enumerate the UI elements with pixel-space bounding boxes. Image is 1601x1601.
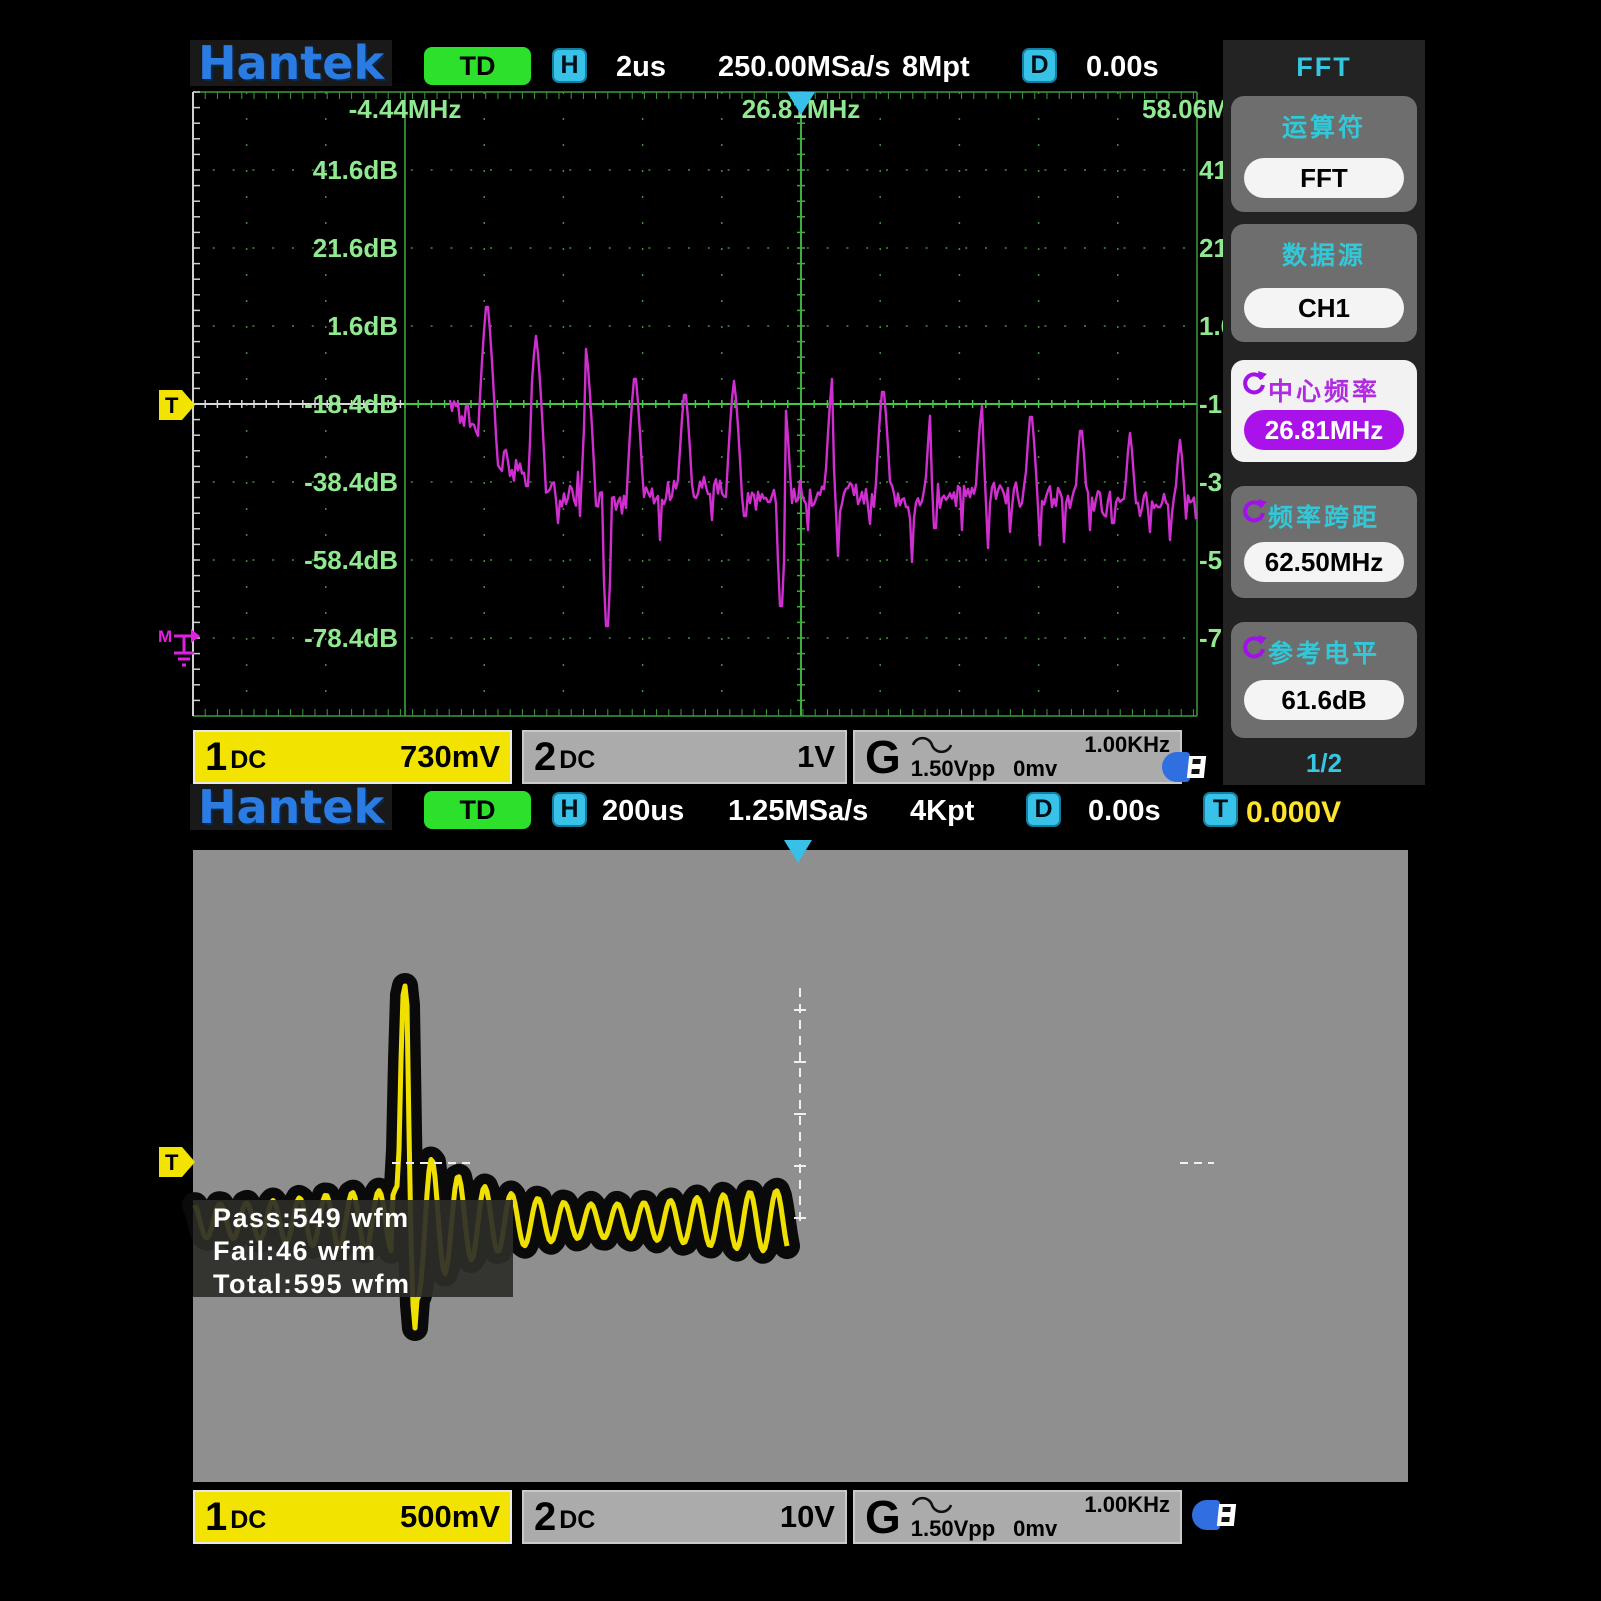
pass-count: Pass:549 wfm: [213, 1204, 513, 1233]
ch2-status-box[interactable]: 2 DC 1V: [522, 730, 847, 784]
generator-label: G: [865, 1494, 901, 1540]
brand-logo: Hantek: [190, 784, 392, 830]
menu-item-label: 频率跨距: [1231, 498, 1417, 534]
generator-offset: 0mv: [1013, 1517, 1057, 1541]
memory-depth-readout: 8Mpt: [902, 51, 970, 84]
menu-item-center-frequency[interactable]: 中心频率 26.81MHz: [1231, 360, 1417, 462]
generator-offset: 0mv: [1013, 757, 1057, 781]
fail-count: Fail:46 wfm: [213, 1237, 513, 1266]
horizontal-icon: H: [552, 792, 587, 827]
db-label: -38.4dB: [190, 467, 398, 498]
menu-page-indicator[interactable]: 1/2: [1223, 748, 1425, 779]
trigger-level-readout: 0.000V: [1246, 796, 1341, 830]
svg-text:T: T: [165, 1150, 179, 1175]
db-label-right: -5: [1199, 545, 1225, 576]
menu-item-value: CH1: [1244, 288, 1404, 328]
generator-amplitude: 1.50Vpp: [911, 1517, 995, 1541]
sample-rate-readout: 1.25MSa/s: [728, 795, 868, 828]
sine-wave-icon: [911, 734, 953, 756]
trigger-level-arrow[interactable]: T: [159, 1147, 195, 1177]
channel-number: 2: [534, 737, 556, 777]
soft-menu-panel: FFT 运算符 FFT 数据源 CH1 中心频率 26.81MHz 频率跨距 6…: [1223, 40, 1425, 785]
sine-wave-icon: [911, 1494, 953, 1516]
db-label-right: -7: [1199, 623, 1225, 654]
acquire-mode-button[interactable]: TD: [424, 47, 531, 85]
db-label-right: -3: [1199, 467, 1225, 498]
menu-item-frequency-span[interactable]: 频率跨距 62.50MHz: [1231, 486, 1417, 598]
channel-number: 1: [205, 1497, 227, 1537]
coupling-label: DC: [230, 1506, 266, 1535]
timebase-readout: 2us: [616, 51, 666, 84]
menu-item-label: 参考电平: [1231, 634, 1417, 670]
db-label-right: -1: [1199, 389, 1225, 420]
menu-item-label: 数据源: [1231, 236, 1417, 272]
channel-number: 2: [534, 1497, 556, 1537]
menu-item-value: 62.50MHz: [1244, 542, 1404, 582]
delay-icon: D: [1026, 792, 1061, 827]
svg-text:T: T: [165, 393, 179, 418]
trigger-icon: T: [1203, 792, 1238, 827]
menu-item-value: FFT: [1244, 158, 1404, 198]
freq-label-left: -4.44MHz: [300, 94, 510, 125]
delay-readout: 0.00s: [1088, 795, 1161, 828]
ch2-status-box[interactable]: 2 DC 10V: [522, 1490, 847, 1544]
menu-item-operator[interactable]: 运算符 FFT: [1231, 96, 1417, 212]
generator-frequency: 1.00KHz: [1084, 733, 1170, 757]
mask-test-statistics: Pass:549 wfm Fail:46 wfm Total:595 wfm: [193, 1200, 513, 1297]
menu-title: FFT: [1223, 52, 1425, 83]
svg-text:M: M: [158, 627, 172, 646]
acquire-mode-button[interactable]: TD: [424, 791, 531, 829]
delay-readout: 0.00s: [1086, 51, 1159, 84]
menu-item-label: 中心频率: [1231, 372, 1417, 408]
total-count: Total:595 wfm: [213, 1270, 513, 1299]
db-label-right: 41: [1199, 155, 1225, 186]
menu-item-value: 26.81MHz: [1244, 410, 1404, 450]
trigger-level-arrow[interactable]: T: [159, 390, 195, 420]
db-label: -58.4dB: [190, 545, 398, 576]
horizontal-icon: H: [552, 48, 587, 83]
channel-number: 1: [205, 737, 227, 777]
db-label: 21.6dB: [190, 233, 398, 264]
generator-label: G: [865, 734, 901, 780]
timebase-readout: 200us: [602, 795, 684, 828]
coupling-label: DC: [559, 746, 595, 775]
menu-item-reference-level[interactable]: 参考电平 61.6dB: [1231, 622, 1417, 738]
db-label-right: 1.6: [1199, 311, 1225, 342]
oscilloscope-screens: { "top_screen": { "header": {"logo":"Han…: [0, 0, 1601, 1601]
generator-frequency: 1.00KHz: [1084, 1493, 1170, 1517]
menu-item-label: 运算符: [1231, 108, 1417, 144]
menu-item-value: 61.6dB: [1244, 680, 1404, 720]
volt-scale: 10V: [780, 1499, 835, 1535]
db-label: 1.6dB: [190, 311, 398, 342]
memory-depth-readout: 4Kpt: [910, 795, 974, 828]
coupling-label: DC: [230, 746, 266, 775]
usb-device-icon: [1192, 1498, 1244, 1532]
delay-icon: D: [1022, 48, 1057, 83]
db-label: 41.6dB: [190, 155, 398, 186]
sample-rate-readout: 250.00MSa/s: [718, 51, 891, 84]
math-ground-marker-icon: M: [158, 620, 202, 670]
volt-scale: 1V: [797, 739, 835, 775]
generator-status-box[interactable]: G 1.00KHz 1.50Vpp 0mv: [853, 1490, 1182, 1544]
generator-status-box[interactable]: G 1.00KHz 1.50Vpp 0mv: [853, 730, 1182, 784]
db-label: -78.4dB: [190, 623, 398, 654]
generator-amplitude: 1.50Vpp: [911, 757, 995, 781]
db-label-right: 21: [1199, 233, 1225, 264]
menu-item-source[interactable]: 数据源 CH1: [1231, 224, 1417, 342]
volt-scale: 730mV: [400, 739, 500, 775]
brand-logo: Hantek: [190, 40, 392, 86]
coupling-label: DC: [559, 1506, 595, 1535]
ch1-status-box[interactable]: 1 DC 730mV: [193, 730, 512, 784]
volt-scale: 500mV: [400, 1499, 500, 1535]
db-label: -18.4dB: [190, 389, 398, 420]
usb-device-icon: [1162, 750, 1214, 784]
ch1-status-box[interactable]: 1 DC 500mV: [193, 1490, 512, 1544]
freq-label-right: 58.06M: [1142, 94, 1224, 125]
